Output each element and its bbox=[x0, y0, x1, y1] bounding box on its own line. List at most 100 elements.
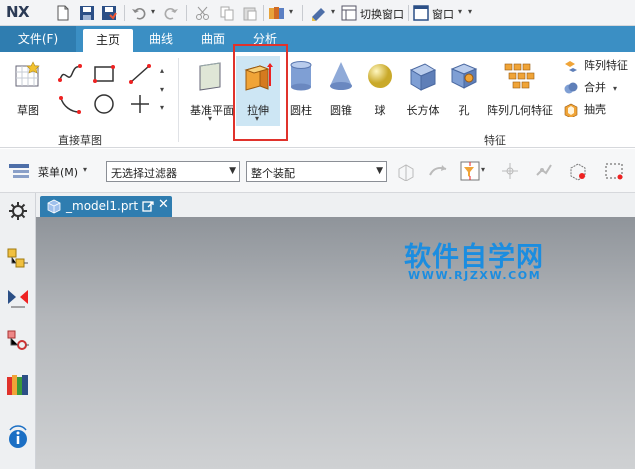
part-navigator-icon[interactable] bbox=[6, 329, 30, 353]
cylinder-icon bbox=[286, 60, 316, 95]
save-all-icon[interactable] bbox=[100, 4, 118, 22]
sphere-button[interactable]: 球 bbox=[362, 58, 398, 118]
quick-access-toolbar: NX ▾ ▾ ▾ 切换窗口 窗口 ▾ ▾ bbox=[0, 0, 635, 26]
direct-sketch-group-label: 直接草图 bbox=[58, 134, 102, 147]
selection-scope-value: 整个装配 bbox=[251, 167, 295, 180]
reuse-library-icon[interactable] bbox=[6, 373, 30, 397]
select-body-icon[interactable] bbox=[568, 161, 588, 181]
sketch-gallery-up-icon[interactable]: ▴ bbox=[160, 66, 164, 75]
block-icon bbox=[407, 60, 439, 95]
touch-mode-dropdown-icon[interactable]: ▾ bbox=[289, 7, 293, 16]
hole-button[interactable]: 孔 bbox=[448, 58, 480, 118]
ribbon-tab-bar: 文件(F) 主页 曲线 曲面 分析 bbox=[0, 26, 635, 52]
new-icon[interactable] bbox=[54, 4, 72, 22]
pin-icon[interactable] bbox=[142, 201, 154, 213]
pattern-geometry-icon bbox=[503, 60, 537, 95]
resource-bar bbox=[0, 193, 36, 469]
selection-intent-icon[interactable] bbox=[428, 161, 448, 181]
pattern-geometry-label: 阵列几何特征 bbox=[487, 104, 553, 117]
cut-icon[interactable] bbox=[194, 4, 212, 22]
menu-dropdown-icon[interactable]: ▾ bbox=[83, 165, 87, 174]
window-icon[interactable] bbox=[412, 4, 430, 22]
group-separator bbox=[178, 58, 179, 142]
tab-home[interactable]: 主页 bbox=[83, 29, 133, 52]
separator bbox=[186, 5, 187, 21]
snap-point-icon[interactable] bbox=[500, 161, 520, 181]
studio-spline-icon[interactable] bbox=[58, 62, 82, 86]
arc-icon[interactable] bbox=[58, 92, 82, 116]
nx-logo: NX bbox=[6, 3, 30, 21]
selection-filter-value: 无选择过滤器 bbox=[111, 167, 177, 180]
gear-icon[interactable] bbox=[6, 199, 30, 223]
type-filter-dropdown-icon[interactable]: ▾ bbox=[481, 165, 485, 174]
redo-icon[interactable] bbox=[162, 4, 180, 22]
menu-icon bbox=[9, 164, 29, 178]
selection-filter-select[interactable]: 无选择过滤器 ▼ bbox=[106, 161, 240, 182]
chevron-down-icon: ▼ bbox=[229, 166, 236, 176]
rectangle-select-icon[interactable] bbox=[604, 161, 624, 181]
rectangle-icon[interactable] bbox=[92, 62, 116, 86]
separator bbox=[408, 5, 409, 21]
unite-icon bbox=[564, 82, 578, 94]
separator bbox=[302, 5, 303, 21]
shell-label: 抽壳 bbox=[584, 103, 606, 116]
repeat-dropdown-icon[interactable]: ▾ bbox=[331, 7, 335, 16]
paste-icon[interactable] bbox=[241, 4, 259, 22]
block-button[interactable]: 长方体 bbox=[400, 58, 446, 118]
ribbon: 草图 ▴ ▾ ▾ 直接草图 基准平面 ▾ 拉伸 ▾ 圆柱 圆锥 球 长方体 孔 … bbox=[0, 52, 635, 148]
undo-icon[interactable] bbox=[130, 4, 148, 22]
assembly-navigator-icon[interactable] bbox=[6, 247, 30, 271]
switch-window-label[interactable]: 切换窗口 bbox=[360, 6, 404, 22]
quick-pick-icon[interactable] bbox=[534, 161, 554, 181]
document-tab-strip: _model1.prt ✕ bbox=[36, 193, 635, 217]
cone-button[interactable]: 圆锥 bbox=[322, 58, 360, 118]
sketch-button[interactable]: 草图 bbox=[6, 58, 50, 118]
line-icon[interactable] bbox=[128, 62, 152, 86]
sketch-gallery-more-icon[interactable]: ▾ bbox=[160, 103, 164, 112]
sphere-label: 球 bbox=[374, 104, 386, 117]
document-tab-label: _model1.prt bbox=[66, 199, 139, 213]
sketch-icon bbox=[13, 60, 43, 93]
block-label: 长方体 bbox=[406, 104, 440, 117]
sphere-icon bbox=[365, 60, 395, 95]
customize-dropdown-icon[interactable]: ▾ bbox=[468, 7, 472, 16]
hole-icon bbox=[449, 60, 479, 95]
pattern-geometry-button[interactable]: 阵列几何特征 bbox=[484, 58, 556, 118]
undo-dropdown-icon[interactable]: ▾ bbox=[151, 7, 155, 16]
sketch-gallery-down-icon[interactable]: ▾ bbox=[160, 85, 164, 94]
pattern-feature-label: 阵列特征 bbox=[584, 59, 628, 72]
tab-file[interactable]: 文件(F) bbox=[0, 26, 76, 52]
save-icon[interactable] bbox=[78, 4, 96, 22]
touch-mode-icon[interactable] bbox=[268, 4, 286, 22]
unite-label: 合并 bbox=[584, 81, 606, 94]
switch-window-icon[interactable] bbox=[340, 4, 358, 22]
pattern-feature-icon bbox=[565, 61, 577, 72]
selection-toolbar: 菜单(M) ▾ 无选择过滤器 ▼ 整个装配 ▼ ▾ bbox=[0, 149, 635, 193]
cone-label: 圆锥 bbox=[330, 104, 352, 117]
point-icon[interactable] bbox=[128, 92, 152, 116]
info-icon[interactable] bbox=[6, 425, 30, 449]
close-icon[interactable]: ✕ bbox=[158, 197, 169, 212]
chevron-down-icon: ▼ bbox=[376, 166, 383, 176]
constraint-navigator-icon[interactable] bbox=[6, 287, 30, 311]
tab-surface[interactable]: 曲面 bbox=[190, 26, 236, 52]
feature-group-label: 特征 bbox=[484, 134, 506, 147]
datum-plane-dropdown-icon[interactable]: ▾ bbox=[208, 114, 212, 123]
select-features-icon[interactable] bbox=[396, 161, 416, 181]
cone-icon bbox=[326, 60, 356, 95]
selection-scope-select[interactable]: 整个装配 ▼ bbox=[246, 161, 387, 182]
type-filter-icon[interactable] bbox=[460, 161, 480, 181]
shell-icon bbox=[564, 103, 578, 117]
window-dropdown-icon[interactable]: ▾ bbox=[458, 7, 462, 16]
repeat-command-icon[interactable] bbox=[310, 4, 328, 22]
hole-label: 孔 bbox=[458, 104, 470, 117]
circle-icon[interactable] bbox=[92, 92, 116, 116]
graphics-window[interactable]: 软件自学网 WWW.RJZXW.COM bbox=[36, 217, 635, 469]
menu-label: 菜单(M) bbox=[38, 166, 79, 179]
document-tab[interactable]: _model1.prt ✕ bbox=[40, 196, 172, 217]
unite-dropdown-icon[interactable]: ▾ bbox=[613, 84, 617, 93]
window-label[interactable]: 窗口 bbox=[432, 6, 454, 22]
tab-curve[interactable]: 曲线 bbox=[138, 26, 184, 52]
separator bbox=[263, 5, 264, 21]
copy-icon[interactable] bbox=[218, 4, 236, 22]
